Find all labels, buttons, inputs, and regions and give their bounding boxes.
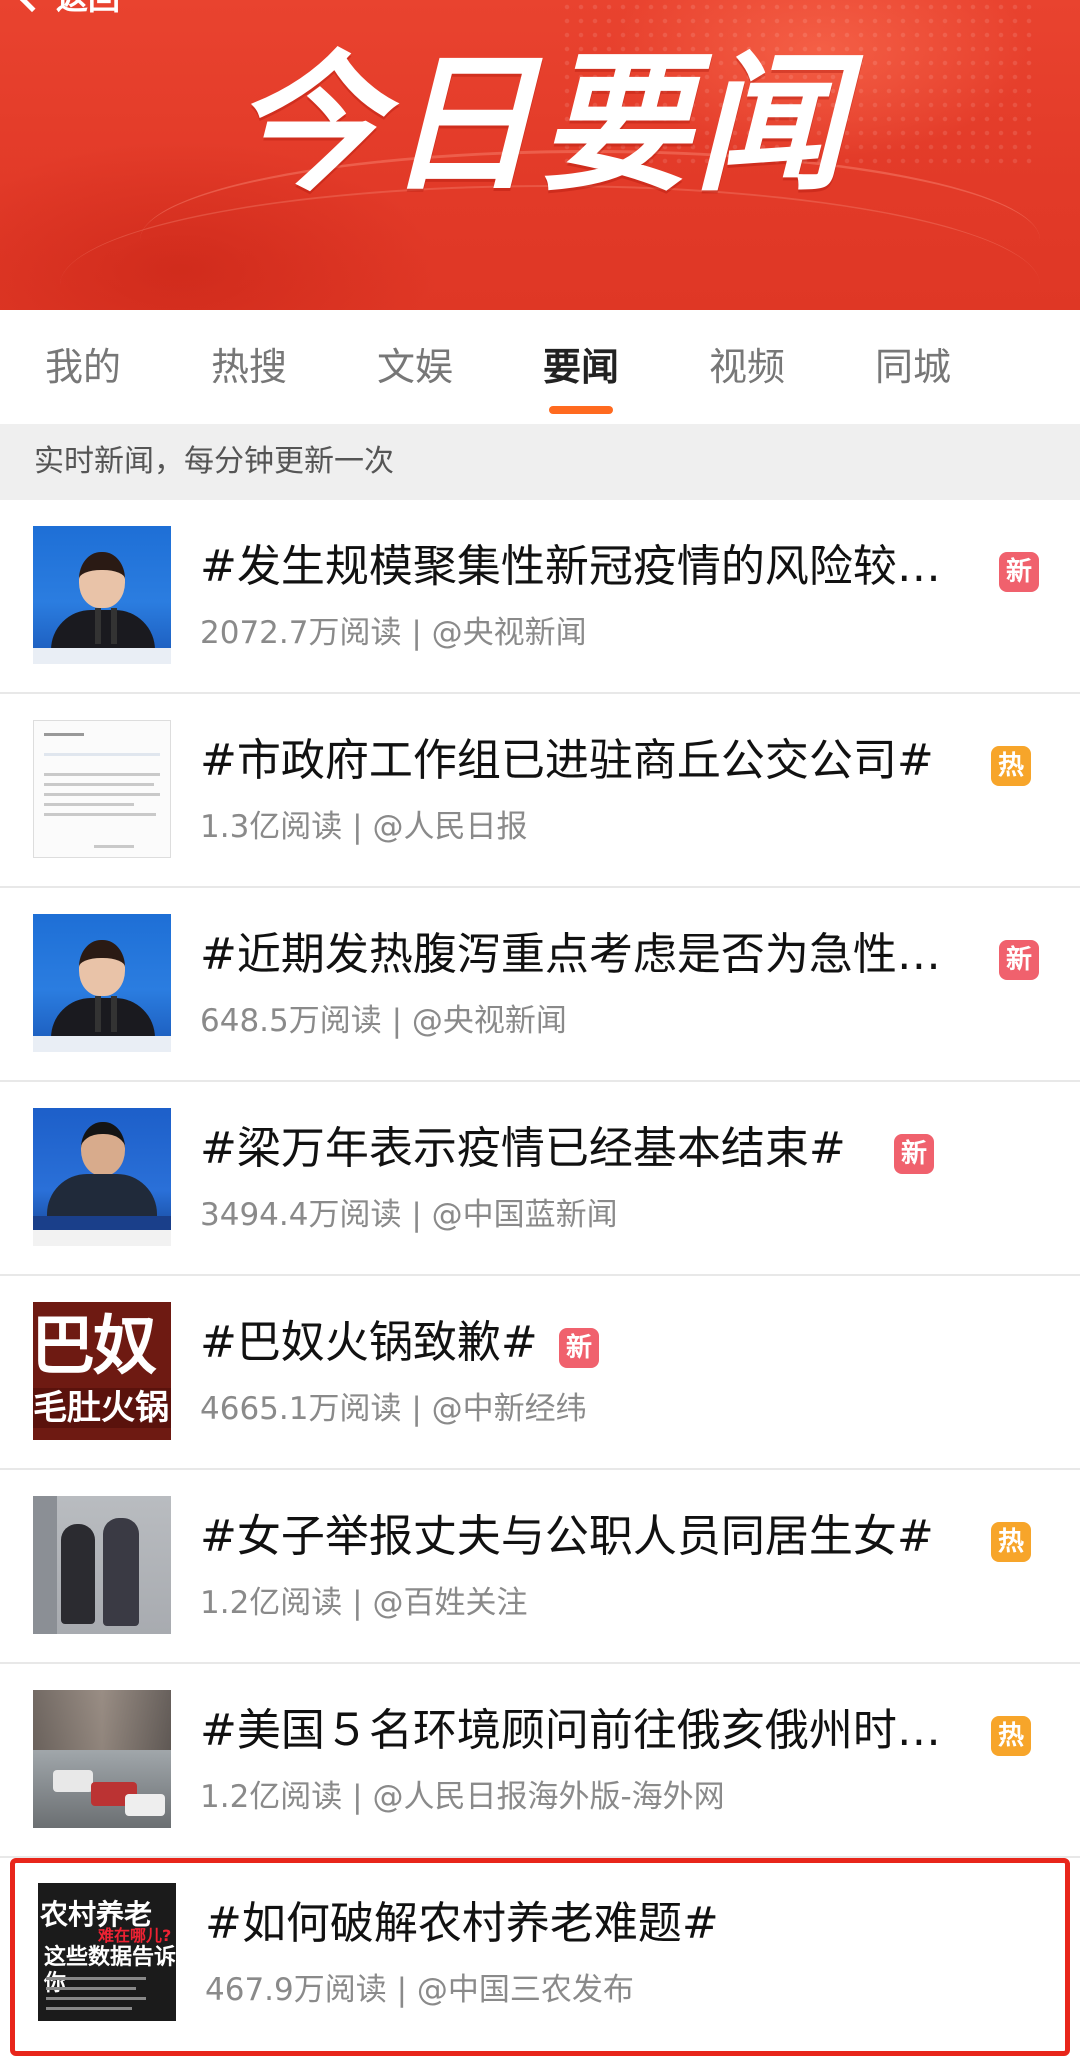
news-item[interactable]: #市政府工作组已进驻商丘公交公司# 热 1.3亿阅读 | @人民日报 xyxy=(0,694,1080,888)
back-button[interactable]: 返回 xyxy=(17,0,120,17)
news-item[interactable]: #发生规模聚集性新冠疫情的风险较… 新 2072.7万阅读 | @央视新闻 xyxy=(0,500,1080,694)
news-title: #市政府工作组已进驻商丘公交公司# xyxy=(200,735,934,786)
new-badge: 新 xyxy=(999,940,1039,980)
new-badge: 新 xyxy=(559,1328,599,1368)
news-thumbnail xyxy=(33,1108,171,1246)
new-badge: 新 xyxy=(999,552,1039,592)
news-title: #梁万年表示疫情已经基本结束# xyxy=(200,1123,846,1174)
news-title: #女子举报丈夫与公职人员同居生女# xyxy=(200,1511,934,1562)
news-item[interactable]: #美国５名环境顾问前往俄亥俄州时… 热 1.2亿阅读 | @人民日报海外版-海外… xyxy=(0,1664,1080,1858)
header-banner: 返回 今日要闻 xyxy=(0,0,1080,310)
hot-badge: 热 xyxy=(991,1522,1031,1562)
news-title: #近期发热腹泻重点考虑是否为急性… xyxy=(200,929,941,980)
news-thumbnail xyxy=(33,914,171,1052)
thumb-text: 难在哪儿? xyxy=(98,1926,172,1945)
news-item-highlighted[interactable]: 农村养老 难在哪儿? 这些数据告诉你 #如何破解农村养老难题# 467.9万阅读… xyxy=(10,1858,1070,2056)
active-tab-indicator xyxy=(549,406,613,414)
tab-label: 我的 xyxy=(44,345,121,389)
news-thumbnail xyxy=(33,720,171,858)
news-thumbnail xyxy=(33,526,171,664)
tab-label: 视频 xyxy=(708,345,785,389)
hot-badge: 热 xyxy=(991,746,1031,786)
news-item[interactable]: 巴奴 毛肚火锅 #巴奴火锅致歉# 新 4665.1万阅读 | @中新经纬 xyxy=(0,1276,1080,1470)
news-item[interactable]: #梁万年表示疫情已经基本结束# 新 3494.4万阅读 | @中国蓝新闻 xyxy=(0,1082,1080,1276)
tab-local[interactable]: 同城 xyxy=(830,310,996,424)
tab-video[interactable]: 视频 xyxy=(664,310,830,424)
tab-hot-search[interactable]: 热搜 xyxy=(166,310,332,424)
news-meta: 1.3亿阅读 | @人民日报 xyxy=(200,809,528,845)
update-notice: 实时新闻，每分钟更新一次 xyxy=(0,424,1080,500)
new-badge: 新 xyxy=(894,1134,934,1174)
news-title: #美国５名环境顾问前往俄亥俄州时… xyxy=(200,1705,941,1756)
thumb-text: 巴奴 xyxy=(33,1310,157,1384)
news-meta: 2072.7万阅读 | @央视新闻 xyxy=(200,615,587,651)
tab-label: 同城 xyxy=(874,345,951,389)
tab-entertainment[interactable]: 文娱 xyxy=(332,310,498,424)
back-label: 返回 xyxy=(56,0,120,19)
news-item[interactable]: #近期发热腹泻重点考虑是否为急性… 新 648.5万阅读 | @央视新闻 xyxy=(0,888,1080,1082)
news-thumbnail: 农村养老 难在哪儿? 这些数据告诉你 xyxy=(38,1883,176,2021)
news-meta: 648.5万阅读 | @央视新闻 xyxy=(200,1003,567,1039)
news-list: #发生规模聚集性新冠疫情的风险较… 新 2072.7万阅读 | @央视新闻 #市… xyxy=(0,500,1080,2056)
news-meta: 1.2亿阅读 | @百姓关注 xyxy=(200,1585,528,1621)
news-title: #巴奴火锅致歉# xyxy=(200,1317,538,1368)
hot-badge: 热 xyxy=(991,1716,1031,1756)
news-title: #发生规模聚集性新冠疫情的风险较… xyxy=(200,541,941,592)
news-item[interactable]: #女子举报丈夫与公职人员同居生女# 热 1.2亿阅读 | @百姓关注 xyxy=(0,1470,1080,1664)
page-title: 今日要闻 xyxy=(231,38,848,212)
news-thumbnail xyxy=(33,1690,171,1828)
news-thumbnail xyxy=(33,1496,171,1634)
tab-mine[interactable]: 我的 xyxy=(0,310,166,424)
tab-bar: 我的 热搜 文娱 要闻 视频 同城 xyxy=(0,310,1080,424)
news-meta: 1.2亿阅读 | @人民日报海外版-海外网 xyxy=(200,1779,725,1815)
tab-label: 热搜 xyxy=(210,345,287,389)
news-thumbnail: 巴奴 毛肚火锅 xyxy=(33,1302,171,1440)
tab-label: 文娱 xyxy=(376,345,453,389)
news-title: #如何破解农村养老难题# xyxy=(205,1898,719,1949)
thumb-text: 毛肚火锅 xyxy=(33,1388,171,1428)
news-meta: 467.9万阅读 | @中国三农发布 xyxy=(205,1972,634,2008)
chevron-left-icon xyxy=(17,0,47,13)
news-meta: 4665.1万阅读 | @中新经纬 xyxy=(200,1391,587,1427)
news-meta: 3494.4万阅读 | @中国蓝新闻 xyxy=(200,1197,618,1233)
tab-label: 要闻 xyxy=(542,345,619,389)
tab-headlines[interactable]: 要闻 xyxy=(498,310,664,424)
